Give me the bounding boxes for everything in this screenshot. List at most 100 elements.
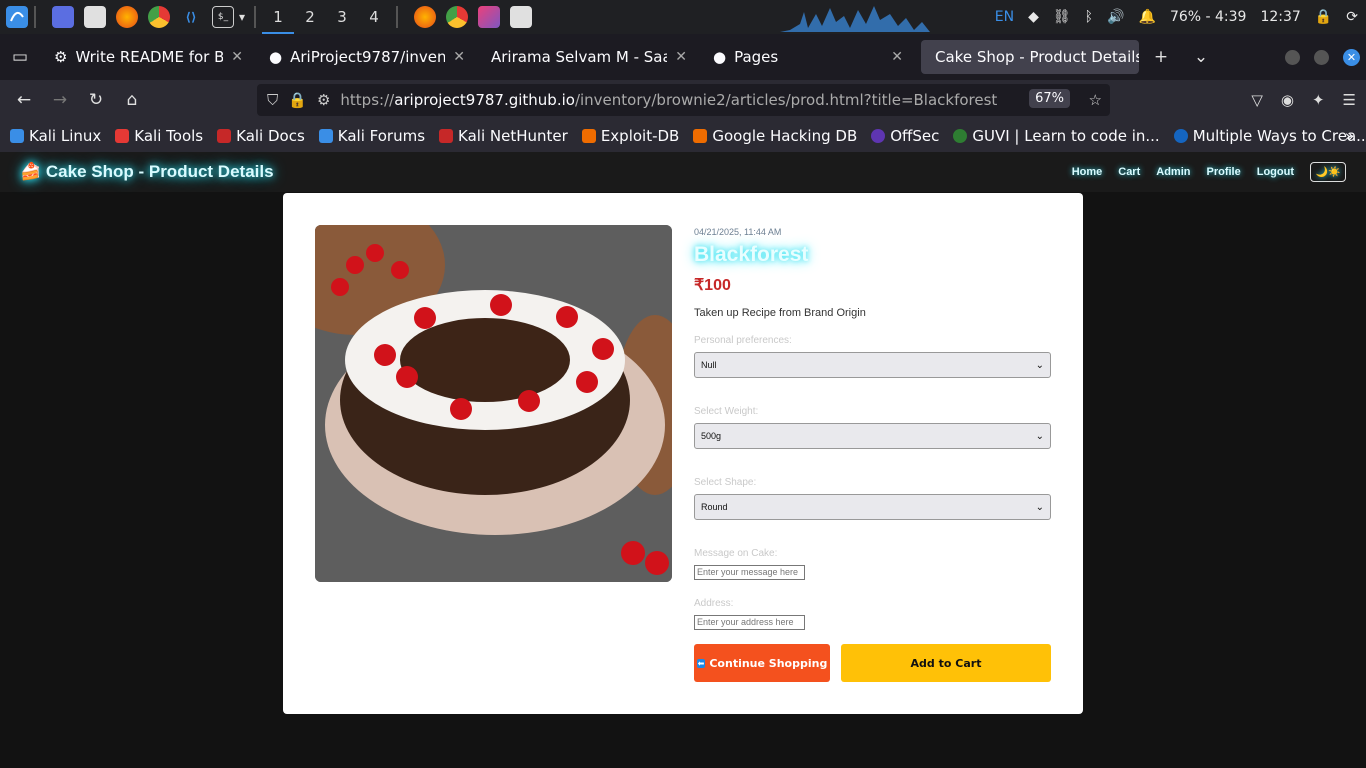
chrome-icon[interactable] xyxy=(148,6,170,28)
close-window-icon[interactable]: ✕ xyxy=(1343,48,1360,66)
bookmark-label: Multiple Ways to Crea... xyxy=(1192,127,1366,145)
nav-home[interactable]: Home xyxy=(1072,166,1103,178)
action-buttons: ⬅ Continue Shopping Add to Cart xyxy=(694,644,1051,682)
back-arrow-icon: ⬅ xyxy=(696,658,706,668)
url-prefix: https:// xyxy=(340,91,395,109)
wifi-icon[interactable]: ◆ xyxy=(1028,9,1039,25)
cake-illustration xyxy=(315,225,672,582)
lock-icon[interactable]: 🔒 xyxy=(1315,9,1332,25)
workspace-2[interactable]: 2 xyxy=(294,0,326,34)
web-page: 🍰 Cake Shop - Product Details Home Cart … xyxy=(0,152,1366,768)
chevron-down-icon[interactable]: ▾ xyxy=(236,6,248,28)
menu-icon[interactable]: ☰ xyxy=(1343,91,1356,109)
link-icon[interactable]: ⛓ xyxy=(1053,9,1071,25)
tab-overview-icon[interactable]: ▭ xyxy=(0,47,40,67)
bookmark-kali-forums[interactable]: Kali Forums xyxy=(318,127,425,145)
tab-inventory[interactable]: ● AriProject9787/inventory ✕ xyxy=(255,34,477,80)
file-manager-icon[interactable] xyxy=(84,6,106,28)
more-bookmarks-icon[interactable]: » xyxy=(1345,127,1354,145)
close-icon[interactable]: ✕ xyxy=(231,49,243,65)
selected-value: 500g xyxy=(701,431,722,441)
add-to-cart-button[interactable]: Add to Cart xyxy=(841,644,1051,682)
button-label: Continue Shopping xyxy=(709,656,828,670)
tab-saas[interactable]: Arirama Selvam M - SaaS Bill ✕ xyxy=(477,34,699,80)
bookmark-kali-nethunter[interactable]: Kali NetHunter xyxy=(439,127,568,145)
bookmark-label: Exploit-DB xyxy=(600,127,680,145)
workspace-3[interactable]: 3 xyxy=(326,0,358,34)
bookmark-kali-docs[interactable]: Kali Docs xyxy=(217,127,305,145)
bookmark-exploit-db[interactable]: Exploit-DB xyxy=(581,127,680,145)
bookmark-kali-linux[interactable]: Kali Linux xyxy=(10,127,101,145)
tab-cake-shop[interactable]: Cake Shop - Product Details ✕ xyxy=(921,40,1139,74)
folder-window-icon[interactable] xyxy=(510,6,532,28)
power-icon[interactable]: ⟳ xyxy=(1346,9,1358,25)
url-bar[interactable]: ⛉ 🔒 ⚙ https://ariproject9787.github.io/i… xyxy=(257,84,1110,116)
new-tab-icon[interactable]: + xyxy=(1139,47,1183,67)
permissions-icon[interactable]: ⚙ xyxy=(317,91,330,109)
continue-shopping-button[interactable]: ⬅ Continue Shopping xyxy=(694,644,830,682)
kali-menu-icon[interactable] xyxy=(6,6,28,28)
image-viewer-icon[interactable] xyxy=(478,6,500,28)
battery-status[interactable]: 76% - 4:39 xyxy=(1170,9,1247,25)
message-input[interactable]: Enter your message here xyxy=(694,565,805,580)
shield-icon[interactable]: ⛉ xyxy=(267,91,278,109)
nav-logout[interactable]: Logout xyxy=(1257,166,1294,178)
theme-toggle-button[interactable]: 🌙☀️ xyxy=(1310,162,1346,182)
ghdb-icon xyxy=(693,129,708,143)
workspace-4[interactable]: 4 xyxy=(358,0,390,34)
bookmarks-bar: Kali Linux Kali Tools Kali Docs Kali For… xyxy=(0,120,1366,152)
nav-profile[interactable]: Profile xyxy=(1207,166,1241,178)
selected-value: Round xyxy=(701,502,728,512)
bookmark-star-icon[interactable]: ☆ xyxy=(1089,91,1102,109)
tab-pages[interactable]: ● Pages ✕ xyxy=(699,34,915,80)
minimize-icon[interactable] xyxy=(1285,49,1300,65)
bookmark-label: Kali NetHunter xyxy=(458,127,568,145)
address-label: Address: xyxy=(694,598,734,609)
reload-icon[interactable]: ↻ xyxy=(78,90,114,110)
maximize-icon[interactable] xyxy=(1314,49,1329,65)
site-nav: Home Cart Admin Profile Logout 🌙☀️ xyxy=(1072,162,1346,182)
forward-icon[interactable]: → xyxy=(42,90,78,110)
os-taskbar: ⟨⟩ $_ ▾ 1 2 3 4 EN ◆ ⛓ ᛒ 🔊 🔔 76% - 4:39 … xyxy=(0,0,1366,34)
zoom-level[interactable]: 67% xyxy=(1029,89,1070,108)
lock-icon[interactable]: 🔒 xyxy=(288,91,307,109)
site-header: 🍰 Cake Shop - Product Details Home Cart … xyxy=(0,152,1366,192)
tab-list-chevron-icon[interactable]: ⌄ xyxy=(1183,47,1219,67)
address-input[interactable]: Enter your address here xyxy=(694,615,805,630)
bookmark-wordpress[interactable]: Multiple Ways to Crea... xyxy=(1173,127,1366,145)
keyboard-layout[interactable]: EN xyxy=(995,9,1014,25)
preferences-select[interactable]: Null ⌄ xyxy=(694,352,1051,378)
volume-icon[interactable]: 🔊 xyxy=(1107,9,1124,25)
chrome-window-icon[interactable] xyxy=(446,6,468,28)
tab-label: AriProject9787/inventory xyxy=(290,48,446,66)
desktop-icon[interactable] xyxy=(52,6,74,28)
firefox-icon[interactable] xyxy=(116,6,138,28)
bookmark-guvi[interactable]: GUVI | Learn to code in... xyxy=(953,127,1160,145)
nav-cart[interactable]: Cart xyxy=(1118,166,1140,178)
tab-label: Write README for Brown xyxy=(75,48,224,66)
terminal-icon[interactable]: $_ xyxy=(212,6,234,28)
bookmark-kali-tools[interactable]: Kali Tools xyxy=(115,127,203,145)
bluetooth-icon[interactable]: ᛒ xyxy=(1085,9,1093,25)
weight-select[interactable]: 500g ⌄ xyxy=(694,423,1051,449)
bookmark-offsec[interactable]: OffSec xyxy=(871,127,939,145)
nav-admin[interactable]: Admin xyxy=(1156,166,1190,178)
vscode-icon[interactable]: ⟨⟩ xyxy=(180,6,202,28)
workspace-1[interactable]: 1 xyxy=(262,0,294,34)
account-icon[interactable]: ◉ xyxy=(1281,91,1294,109)
bell-icon[interactable]: 🔔 xyxy=(1139,9,1156,25)
tab-readme[interactable]: ⚙ Write README for Brown ✕ xyxy=(40,34,255,80)
clock[interactable]: 12:37 xyxy=(1260,9,1300,25)
bookmark-label: Google Hacking DB xyxy=(712,127,858,145)
close-icon[interactable]: ✕ xyxy=(891,49,903,65)
chevron-down-icon: ⌄ xyxy=(1035,359,1044,371)
shape-select[interactable]: Round ⌄ xyxy=(694,494,1051,520)
extensions-icon[interactable]: ✦ xyxy=(1312,91,1325,109)
home-icon[interactable]: ⌂ xyxy=(114,90,150,110)
firefox-window-icon[interactable] xyxy=(414,6,436,28)
back-icon[interactable]: ← xyxy=(6,90,42,110)
close-icon[interactable]: ✕ xyxy=(453,49,465,65)
bookmark-ghdb[interactable]: Google Hacking DB xyxy=(693,127,857,145)
close-icon[interactable]: ✕ xyxy=(675,49,687,65)
pocket-icon[interactable]: ▽ xyxy=(1251,91,1263,109)
